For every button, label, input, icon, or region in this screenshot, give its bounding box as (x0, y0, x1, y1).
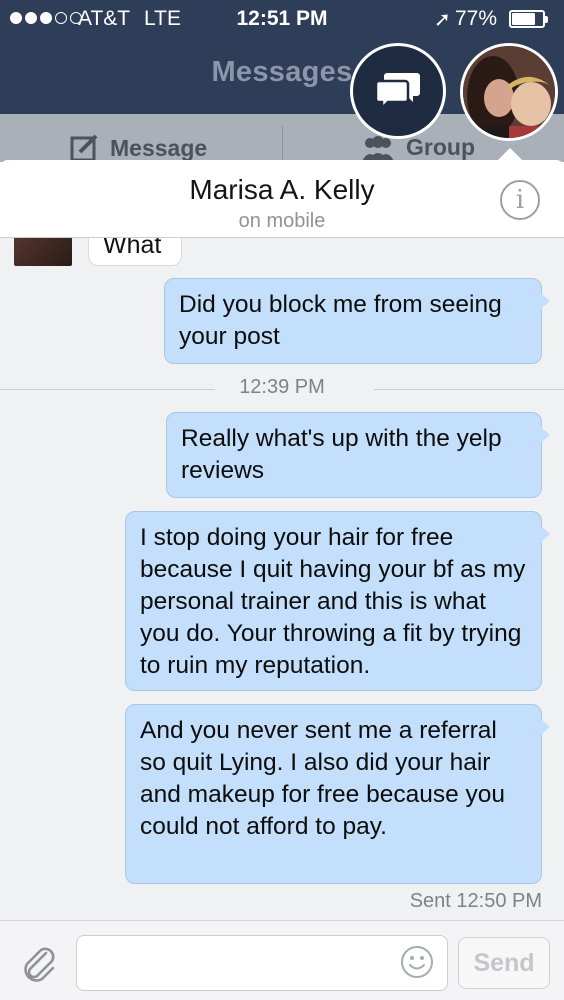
message-input[interactable] (87, 946, 387, 980)
message-input-wrapper (76, 935, 448, 991)
smiley-icon[interactable] (400, 945, 434, 979)
message-text: Did you block me from seeing your post (179, 291, 502, 350)
sent-status: Sent 12:50 PM (409, 890, 542, 912)
paperclip-icon[interactable] (20, 945, 60, 985)
conversation-panel: What Did you block me from seeing your p… (0, 160, 564, 1000)
composer-bar: Send (0, 920, 564, 1000)
message-text: And you never sent me a referral so quit… (140, 717, 506, 840)
action-divider (282, 126, 283, 162)
new-group-button[interactable]: Group (360, 134, 475, 161)
new-message-button[interactable]: Message (70, 134, 207, 162)
message-thread[interactable]: What Did you block me from seeing your p… (0, 160, 564, 1000)
message-label: Message (110, 134, 208, 161)
location-arrow-icon: ➚ (434, 9, 451, 31)
outgoing-message[interactable]: I stop doing your hair for free because … (125, 511, 550, 691)
time-divider: 12:39 PM (0, 376, 564, 402)
info-icon[interactable]: i (500, 180, 540, 220)
time-divider-label: 12:39 PM (239, 376, 325, 398)
group-label: Group (406, 134, 475, 160)
contact-avatar-bubble[interactable] (460, 43, 558, 141)
battery-icon (509, 10, 548, 28)
outgoing-message[interactable]: Really what's up with the yelp reviews (166, 412, 550, 498)
send-button[interactable]: Send (458, 937, 550, 989)
message-text: I stop doing your hair for free because … (140, 524, 526, 679)
popover-pointer (496, 148, 524, 162)
outgoing-message[interactable]: Did you block me from seeing your post (164, 278, 550, 364)
compose-icon (70, 134, 98, 162)
contact-status: on mobile (238, 210, 326, 232)
chat-heads-button[interactable] (350, 43, 446, 139)
status-bar: AT&T LTE 12:51 PM ➚ 77% (0, 0, 564, 38)
battery-percent: 77% (455, 7, 498, 30)
conversation-header: Marisa A. Kelly on mobile i (0, 160, 564, 238)
chat-heads-icon (375, 73, 420, 111)
contact-name[interactable]: Marisa A. Kelly (0, 174, 564, 206)
outgoing-message[interactable]: And you never sent me a referral so quit… (125, 704, 550, 884)
message-text: Really what's up with the yelp reviews (181, 425, 502, 484)
